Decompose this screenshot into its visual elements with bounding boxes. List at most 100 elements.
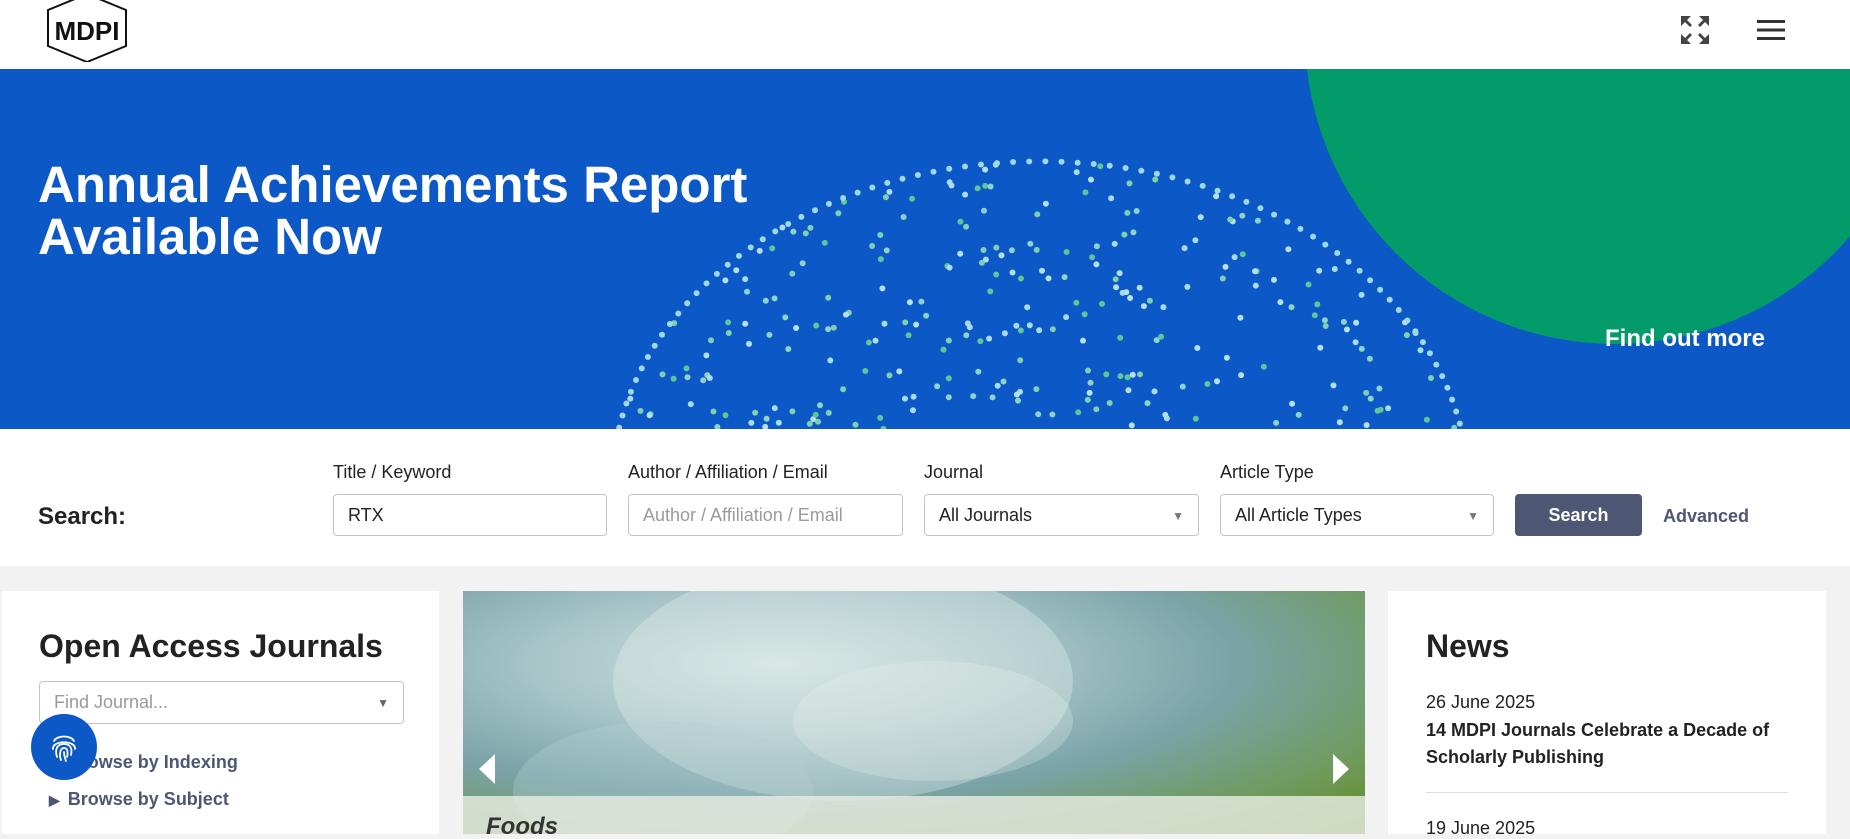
news-headline-link[interactable]: 14 MDPI Journals Celebrate a Decade of S… — [1426, 717, 1786, 771]
banner-dot — [1366, 355, 1373, 362]
banner-dot — [975, 368, 982, 375]
banner-dot — [840, 386, 847, 393]
banner-dot — [1444, 384, 1451, 391]
banner-dot — [1026, 322, 1033, 329]
banner-dot — [963, 332, 970, 339]
banner-dot — [1042, 158, 1049, 165]
carousel-prev-arrow-icon[interactable] — [477, 754, 499, 784]
banner-dot — [1377, 286, 1384, 293]
journal-carousel[interactable]: Foods — [463, 591, 1365, 834]
banner-dot — [840, 195, 847, 201]
banner-dot — [1075, 409, 1082, 416]
banner-dot — [1073, 299, 1080, 306]
banner-dot — [962, 163, 968, 170]
banner-dot — [722, 277, 729, 284]
menu-button[interactable] — [1753, 12, 1789, 48]
banner-dot — [1260, 363, 1267, 370]
article-type-label: Article Type — [1220, 462, 1314, 482]
banner-dot — [637, 407, 644, 414]
banner-dot — [1439, 373, 1446, 380]
banner-title: Annual Achievements Report Available Now — [38, 159, 798, 263]
banner-dot — [914, 172, 921, 178]
banner-dot — [651, 342, 658, 349]
banner-dot — [1239, 212, 1246, 219]
banner-dot — [1122, 165, 1129, 171]
banner-dot — [1271, 276, 1277, 283]
banner-dot — [1288, 304, 1295, 311]
banner-dot — [633, 377, 639, 383]
news-title: News — [1426, 628, 1510, 664]
banner-dot — [1124, 209, 1131, 216]
banner-dot — [1035, 411, 1042, 418]
search-button[interactable]: Search — [1515, 494, 1642, 536]
banner-dot — [1358, 291, 1365, 298]
banner-dot — [1106, 400, 1113, 406]
banner-green-arc — [1307, 69, 1850, 344]
banner-dot — [1080, 337, 1086, 344]
banner-dot — [930, 168, 937, 175]
banner-dot — [700, 377, 707, 384]
banner-dot — [1074, 159, 1081, 166]
banner-dot — [1295, 411, 1302, 418]
banner-dot — [1084, 396, 1091, 403]
banner-dot — [687, 401, 694, 408]
banner-dot — [854, 189, 861, 196]
banner-dot — [1169, 174, 1176, 181]
banner-dot — [659, 331, 665, 338]
banner-dot — [1129, 371, 1136, 378]
author-input[interactable] — [628, 494, 903, 536]
find-journal-select[interactable]: Find Journal... ▼ — [39, 681, 404, 724]
search-label: Search: — [38, 503, 127, 530]
find-out-more-link[interactable]: Find out more — [1605, 325, 1765, 353]
browse-by-subject-link[interactable]: ▶ Browse by Subject — [49, 789, 229, 810]
banner-dot — [1137, 371, 1143, 378]
search-bar: Search: Title / Keyword Author / Affilia… — [0, 429, 1850, 566]
banner-dot — [1322, 241, 1329, 248]
banner-dot — [934, 383, 941, 390]
banner-dot — [1367, 395, 1374, 402]
banner-dot — [993, 244, 1000, 251]
banner-dot — [1013, 322, 1020, 329]
banner-dot — [813, 322, 820, 329]
banner-dot — [843, 311, 849, 318]
triangle-right-icon: ▶ — [49, 792, 60, 808]
title-keyword-input[interactable] — [333, 494, 607, 536]
fullscreen-button[interactable] — [1677, 12, 1713, 48]
banner-dot — [1125, 387, 1132, 394]
banner-dot — [869, 184, 876, 191]
banner-dot — [742, 320, 749, 327]
banner-dot — [693, 290, 700, 297]
carousel-next-arrow-icon[interactable] — [1329, 754, 1351, 784]
journal-select[interactable]: All Journals ▼ — [924, 494, 1199, 536]
banner-dot — [789, 408, 796, 415]
banner-dot — [1403, 332, 1410, 339]
banner-dot — [683, 365, 690, 372]
banner-dot — [1192, 415, 1199, 422]
banner-dot — [1297, 225, 1304, 232]
banner-dot — [1214, 187, 1221, 194]
author-label: Author / Affiliation / Email — [628, 462, 828, 482]
fingerprint-button[interactable] — [31, 714, 97, 780]
banner-dot — [821, 239, 828, 246]
advanced-search-link[interactable]: Advanced — [1663, 506, 1749, 527]
banner-dot — [918, 298, 925, 305]
mdpi-logo[interactable]: MDPI — [38, 0, 136, 62]
hero-banner[interactable]: Annual Achievements Report Available Now… — [0, 69, 1850, 429]
banner-dot — [766, 331, 773, 338]
banner-dot — [998, 252, 1005, 259]
banner-dot — [923, 312, 930, 319]
banner-dot — [799, 260, 806, 267]
banner-dot — [1271, 211, 1278, 218]
banner-dot — [1015, 397, 1021, 404]
banner-dot — [627, 395, 634, 402]
banner-dot — [1321, 317, 1328, 324]
article-type-select[interactable]: All Article Types ▼ — [1220, 494, 1494, 536]
banner-dot — [852, 421, 859, 428]
banner-dot — [910, 393, 917, 400]
banner-dot — [1086, 389, 1093, 396]
carousel-caption[interactable]: Foods — [486, 813, 558, 834]
banner-dot — [1042, 200, 1049, 207]
banner-dot — [1001, 330, 1008, 337]
banner-dot — [1345, 258, 1352, 265]
banner-dot — [974, 185, 981, 192]
